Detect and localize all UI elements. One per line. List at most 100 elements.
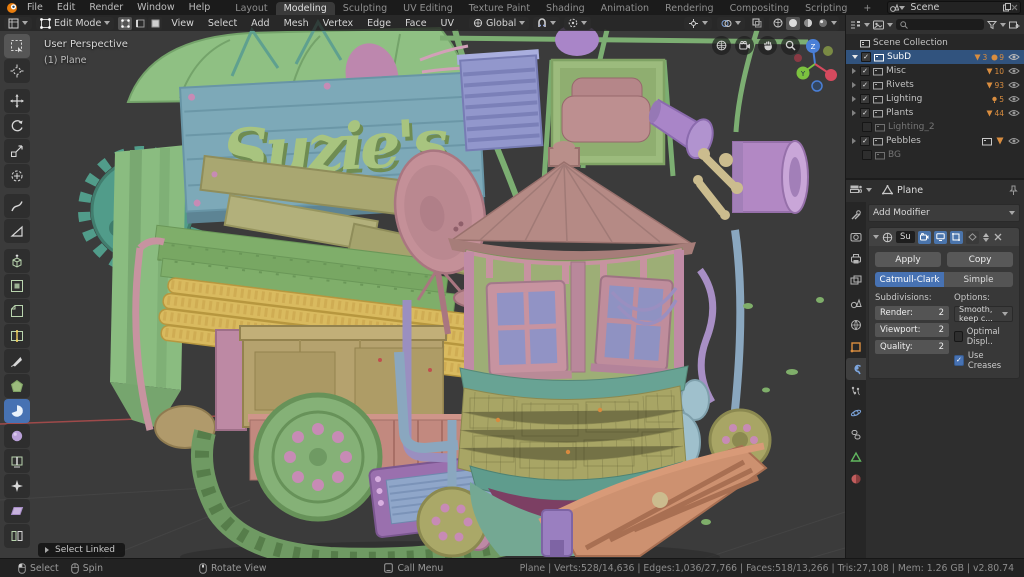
- eye-icon[interactable]: [1008, 53, 1020, 61]
- tool-rotate[interactable]: [4, 114, 30, 138]
- menu-select[interactable]: Select: [203, 18, 242, 29]
- simple-button[interactable]: Simple: [944, 272, 1013, 287]
- tab-modeling[interactable]: Modeling: [275, 2, 335, 15]
- navigation-gizmo[interactable]: Z Y: [786, 36, 846, 94]
- outliner-row-plants[interactable]: ✓ Plants 44: [846, 106, 1024, 120]
- tab-scene[interactable]: [846, 292, 866, 314]
- tab-texture-paint[interactable]: Texture Paint: [461, 2, 538, 15]
- outliner-row-misc[interactable]: ✓ Misc 10: [846, 64, 1024, 78]
- shading-rendered-button[interactable]: [816, 16, 830, 30]
- tool-move[interactable]: [4, 89, 30, 113]
- modifier-close-icon[interactable]: [994, 233, 1002, 241]
- outliner-root[interactable]: Scene Collection: [846, 36, 1024, 50]
- tab-shading[interactable]: Shading: [538, 2, 593, 15]
- menu-edit[interactable]: Edit: [50, 2, 82, 13]
- modifier-cage-toggle[interactable]: [965, 230, 979, 244]
- menu-add[interactable]: Add: [246, 18, 274, 29]
- tool-shrink-fatten[interactable]: [4, 474, 30, 498]
- tool-inset-faces[interactable]: [4, 274, 30, 298]
- tab-uv-editing[interactable]: UV Editing: [395, 2, 461, 15]
- menu-uv[interactable]: UV: [436, 18, 459, 29]
- tab-physics[interactable]: [846, 402, 866, 424]
- tab-modifiers[interactable]: [846, 358, 866, 380]
- display-mode-icon[interactable]: [873, 20, 884, 30]
- outliner-row-rivets[interactable]: ✓ Rivets 93: [846, 78, 1024, 92]
- blender-logo-icon[interactable]: [6, 2, 18, 14]
- face-select-button[interactable]: [148, 16, 163, 30]
- tool-cursor[interactable]: [4, 59, 30, 83]
- close-icon[interactable]: [1011, 4, 1018, 11]
- tool-select-box[interactable]: [4, 34, 30, 58]
- tab-animation[interactable]: Animation: [593, 2, 657, 15]
- modifier-render-toggle[interactable]: [917, 230, 931, 244]
- tool-measure[interactable]: [4, 219, 30, 243]
- optimal-display-checkbox[interactable]: Optimal Displ..: [954, 326, 1013, 346]
- uv-smooth-dropdown[interactable]: Smooth, keep c...: [954, 305, 1013, 323]
- eye-icon[interactable]: [1008, 137, 1020, 145]
- shading-solid-button[interactable]: [786, 16, 800, 30]
- eye-icon[interactable]: [1008, 67, 1020, 75]
- overlays-toggle-button[interactable]: [717, 16, 745, 30]
- tab-view-layer[interactable]: [846, 270, 866, 292]
- tab-world[interactable]: [846, 314, 866, 336]
- modifier-move-down-button[interactable]: [982, 237, 989, 242]
- viewport-subdivisions-field[interactable]: Viewport: 2: [875, 323, 949, 337]
- tab-output[interactable]: [846, 248, 866, 270]
- tool-transform[interactable]: [4, 164, 30, 188]
- new-scene-icon[interactable]: [1003, 3, 1012, 12]
- camera-view-button[interactable]: [735, 36, 754, 55]
- modifier-editmode-toggle[interactable]: [949, 230, 963, 244]
- mode-selector[interactable]: Edit Mode: [36, 16, 115, 30]
- use-creases-checkbox[interactable]: ✓ Use Creases: [954, 350, 1013, 370]
- tab-constraints[interactable]: [846, 424, 866, 446]
- tool-bevel[interactable]: [4, 299, 30, 323]
- copy-button[interactable]: Copy: [947, 252, 1013, 267]
- tab-object[interactable]: [846, 336, 866, 358]
- tab-rendering[interactable]: Rendering: [657, 2, 722, 15]
- modifier-move-up-button[interactable]: [982, 232, 989, 237]
- xray-toggle-button[interactable]: [750, 16, 764, 30]
- outliner-row-lighting[interactable]: ✓ Lighting 5: [846, 92, 1024, 106]
- tool-loop-cut[interactable]: [4, 324, 30, 348]
- add-modifier-dropdown[interactable]: Add Modifier: [868, 204, 1020, 222]
- tool-spin[interactable]: [4, 399, 30, 423]
- menu-window[interactable]: Window: [130, 2, 181, 13]
- modifier-name-field[interactable]: Su: [896, 231, 915, 243]
- tab-compositing[interactable]: Compositing: [722, 2, 798, 15]
- add-workspace-button[interactable]: +: [855, 2, 879, 15]
- quality-field[interactable]: Quality: 2: [875, 340, 949, 354]
- menu-edge[interactable]: Edge: [362, 18, 396, 29]
- new-collection-icon[interactable]: [1009, 20, 1020, 30]
- tab-scripting[interactable]: Scripting: [797, 2, 855, 15]
- tab-render[interactable]: [846, 226, 866, 248]
- apply-button[interactable]: Apply: [875, 252, 941, 267]
- menu-vertex[interactable]: Vertex: [318, 18, 359, 29]
- tool-extrude-region[interactable]: [4, 249, 30, 273]
- menu-face[interactable]: Face: [400, 18, 431, 29]
- vertex-select-button[interactable]: [118, 16, 133, 30]
- filter-icon[interactable]: [987, 20, 997, 30]
- tab-layout[interactable]: Layout: [227, 2, 275, 15]
- outliner-row-bg[interactable]: ✓ BG: [846, 148, 1024, 162]
- tool-smooth[interactable]: [4, 424, 30, 448]
- tool-poly-build[interactable]: [4, 374, 30, 398]
- menu-render[interactable]: Render: [82, 2, 130, 13]
- gizmo-toggle-button[interactable]: [684, 16, 712, 30]
- outliner-row-lighting2[interactable]: ✓ Lighting_2: [846, 120, 1024, 134]
- tab-sculpting[interactable]: Sculpting: [335, 2, 395, 15]
- outliner-search-input[interactable]: [896, 19, 984, 30]
- transform-orientation-selector[interactable]: Global: [469, 16, 530, 30]
- catmull-clark-button[interactable]: Catmull-Clark: [875, 272, 944, 287]
- move-view-button[interactable]: [758, 36, 777, 55]
- grid-toggle-button[interactable]: [712, 36, 731, 55]
- outliner-row-subd[interactable]: ✓ SubD 3 9: [846, 50, 1024, 64]
- tab-object-data[interactable]: [846, 446, 866, 468]
- operator-panel[interactable]: Select Linked: [38, 543, 125, 557]
- pin-icon[interactable]: [1009, 185, 1018, 196]
- tool-annotate[interactable]: [4, 194, 30, 218]
- tool-shear[interactable]: [4, 499, 30, 523]
- editor-type-button[interactable]: [4, 16, 32, 30]
- eye-icon[interactable]: [1008, 109, 1020, 117]
- tool-scale[interactable]: [4, 139, 30, 163]
- eye-icon[interactable]: [1008, 95, 1020, 103]
